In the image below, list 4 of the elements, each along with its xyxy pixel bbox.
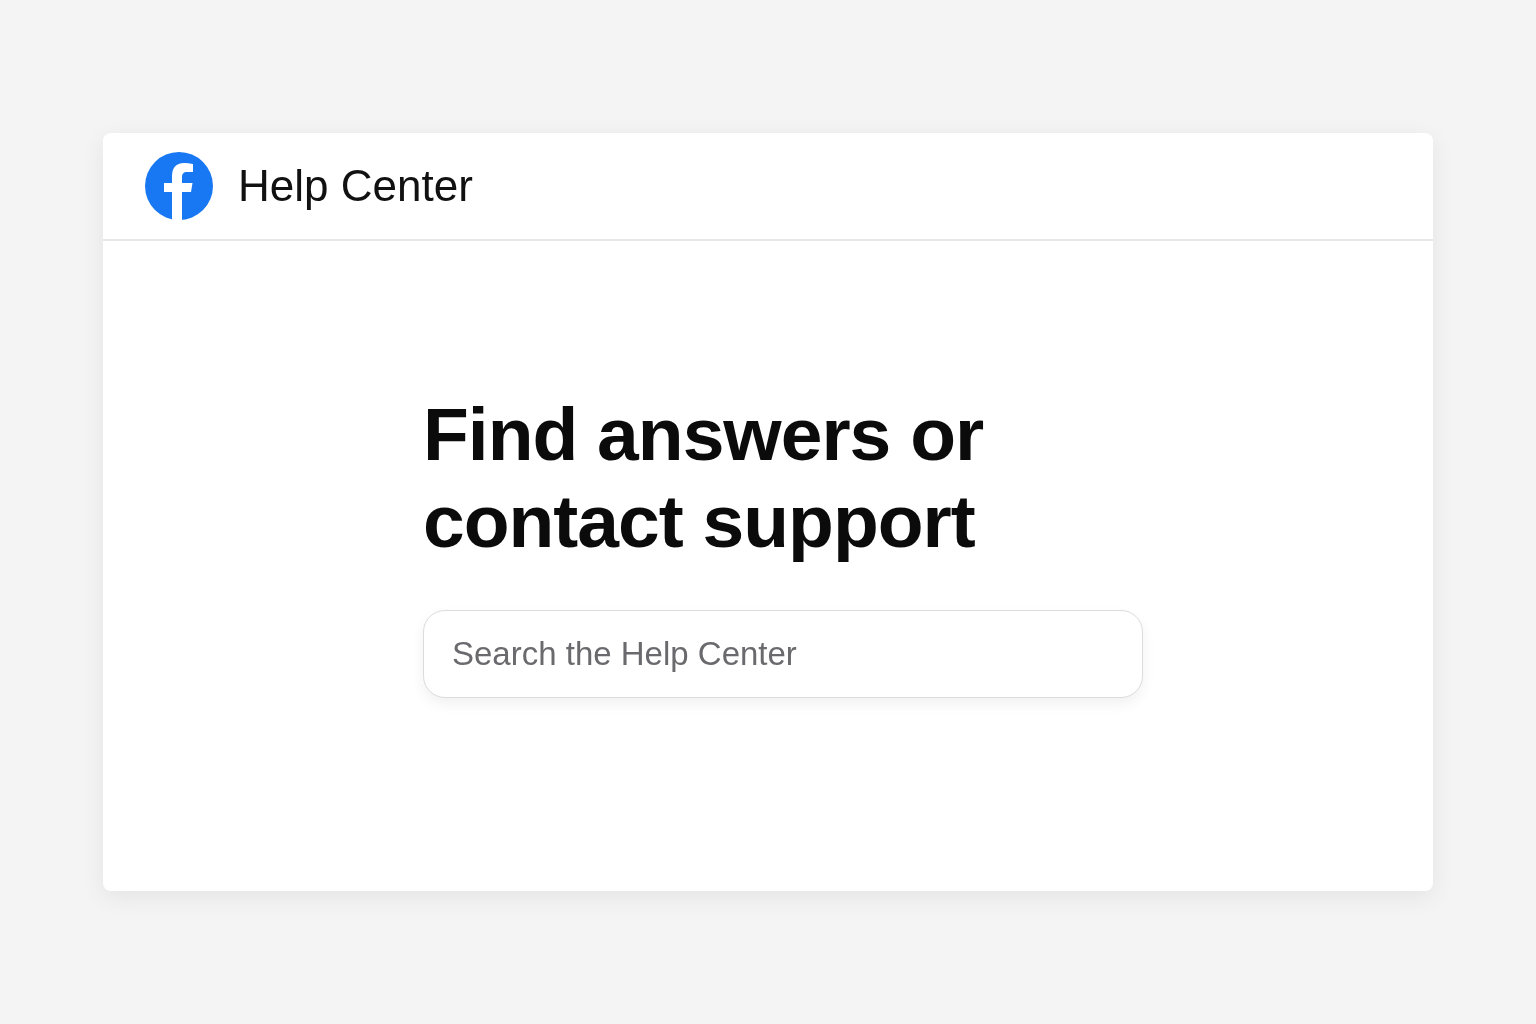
page-heading: Find answers or contact support [423,391,985,565]
site-title: Help Center [238,161,473,211]
logo-icon[interactable] [145,152,213,220]
search-field[interactable]: Search the Help Center [423,610,1143,698]
